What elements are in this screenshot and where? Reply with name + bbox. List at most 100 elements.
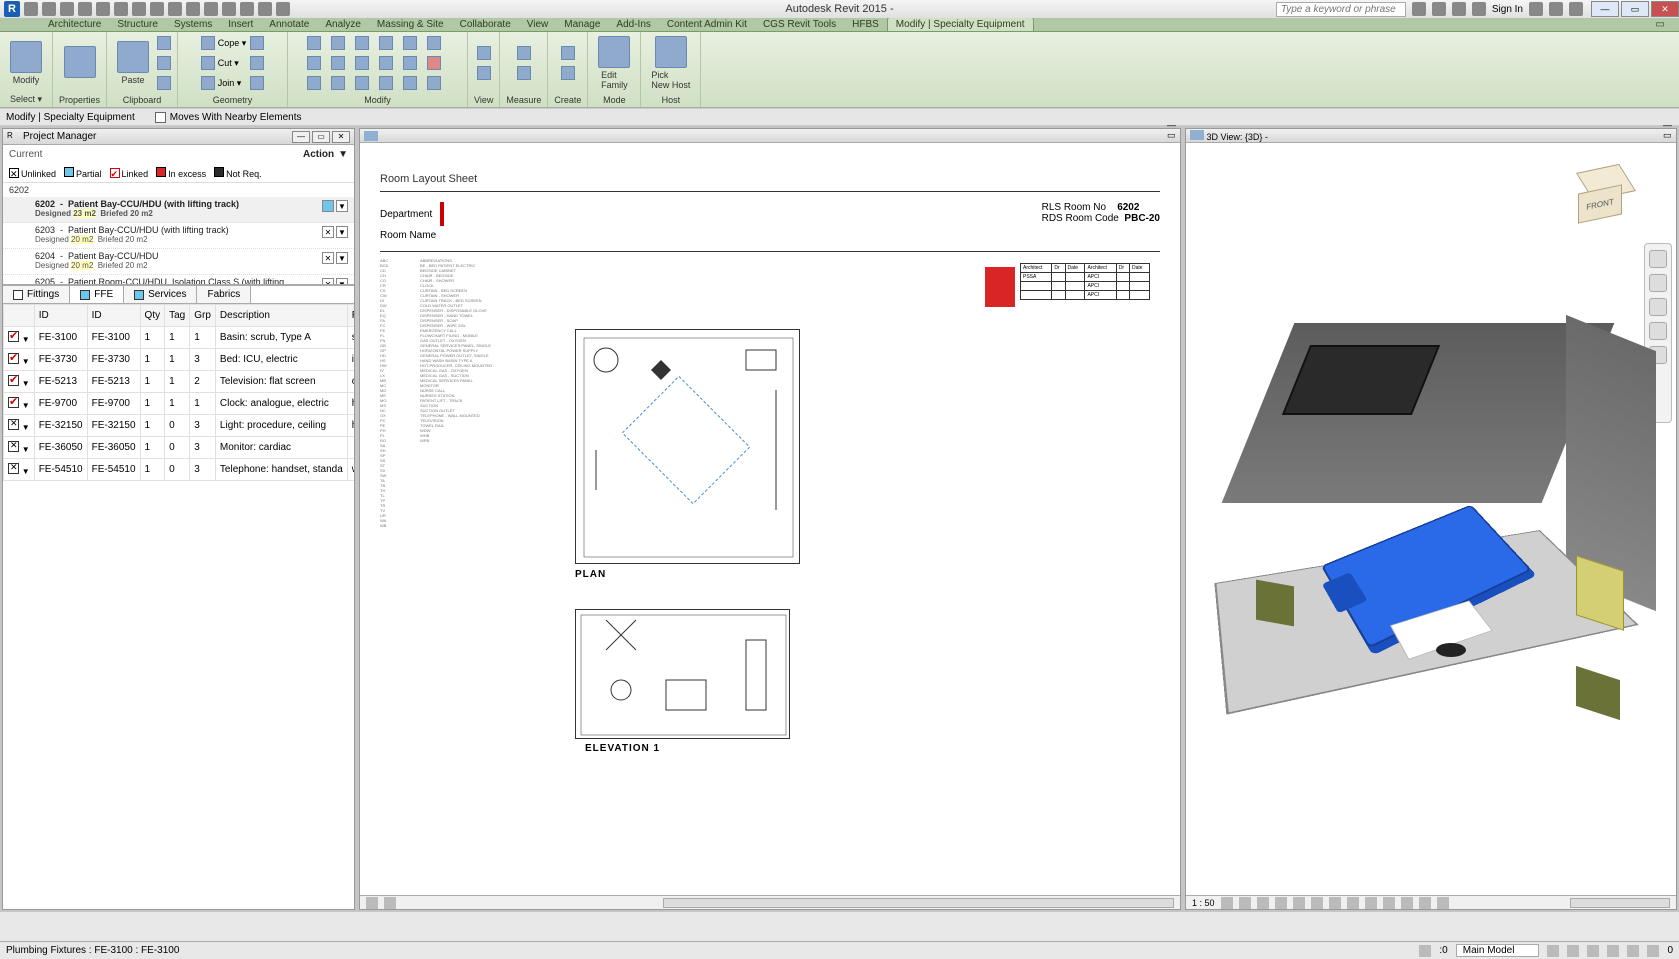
row-check-icon[interactable] [8,375,19,386]
row-check-icon[interactable] [8,463,19,474]
measure-icon[interactable] [132,2,146,16]
tab-ffe[interactable]: FFE [70,286,124,303]
reveal-icon[interactable] [1383,897,1395,909]
select-face-icon[interactable] [1607,945,1619,957]
table-row[interactable]: ▼ FE-9700 FE-9700 1 1 1 Clock: analogue,… [4,393,355,415]
close-hidden-icon[interactable] [240,2,254,16]
group-icon[interactable] [403,76,417,90]
room-row[interactable]: 6205 - Patient Room-CCU/HDU, Isolation C… [3,275,354,285]
ribbon-restore-icon[interactable]: ▭ [1648,18,1673,31]
3d-canvas[interactable]: FRONT [1186,143,1676,895]
workset-icon[interactable] [1419,945,1431,957]
revit-logo-icon[interactable]: R [4,1,20,17]
select-links-icon[interactable] [1547,945,1559,957]
undo-icon[interactable] [60,2,74,16]
vc-icon[interactable] [366,897,378,909]
delete-icon[interactable] [427,56,441,70]
customize-qat-icon[interactable] [276,2,290,16]
copy-button[interactable] [157,54,171,72]
trim-ext-icon[interactable] [331,76,345,90]
trim-icon[interactable] [307,56,321,70]
split-icon[interactable] [331,56,345,70]
view-cube[interactable]: FRONT [1572,163,1642,233]
create-a-button[interactable] [561,44,575,62]
cut-geom-button[interactable]: Cut ▾ [201,54,247,72]
main-model-dropdown[interactable]: Main Model [1456,944,1540,957]
geom-a-button[interactable] [250,34,264,52]
select-underlay-icon[interactable] [1567,945,1579,957]
default3d-icon[interactable] [186,2,200,16]
tab-content-admin[interactable]: Content Admin Kit [659,18,755,31]
3d-minimize-icon[interactable]: — [1663,120,1672,130]
switch-windows-icon[interactable] [258,2,272,16]
row-check-icon[interactable] [8,397,19,408]
tab-structure[interactable]: Structure [109,18,166,31]
filter-icon[interactable] [1647,945,1659,957]
pm-close-icon[interactable]: ✕ [332,131,350,143]
tab-cgs[interactable]: CGS Revit Tools [755,18,844,31]
row-check-icon[interactable] [8,441,19,452]
table-row[interactable]: ▼ FE-36050 FE-36050 1 0 3 Monitor: cardi… [4,437,355,459]
redo-icon[interactable] [78,2,92,16]
sync-icon[interactable] [96,2,110,16]
vc-icon[interactable] [384,897,396,909]
window-restore-icon[interactable]: ▭ [1621,1,1649,17]
signin-dropdown-icon[interactable] [1529,2,1543,16]
3d-restore-icon[interactable]: ▭ [1663,130,1672,141]
dim-icon[interactable] [168,2,182,16]
print-icon[interactable] [114,2,128,16]
rotate-icon[interactable] [427,36,441,50]
crop-icon[interactable] [1311,897,1323,909]
temp-hide-icon[interactable] [1365,897,1377,909]
measure-b-button[interactable] [517,64,531,82]
pm-minimize-icon[interactable]: — [292,131,310,143]
help-x-icon[interactable] [1549,2,1563,16]
mirror-axis-icon[interactable] [355,36,369,50]
table-row[interactable]: ▼ FE-3100 FE-3100 1 1 1 Basin: scrub, Ty… [4,327,355,349]
row-dropdown-icon[interactable]: ▼ [22,423,30,432]
table-row[interactable]: ▼ FE-3730 FE-3730 1 1 3 Bed: ICU, electr… [4,349,355,371]
analytical-icon[interactable] [1419,897,1431,909]
moves-with-nearby-checkbox[interactable]: Moves With Nearby Elements [155,112,302,123]
sheet-canvas[interactable]: Room Layout Sheet Department Room Name R… [360,143,1180,895]
scale-icon[interactable] [379,56,393,70]
steering-wheel-icon[interactable] [1649,250,1667,268]
tab-services[interactable]: Services [124,286,197,303]
join-button[interactable]: Join ▾ [201,74,247,92]
tab-fabrics[interactable]: Fabrics [197,286,251,303]
row-dropdown-icon[interactable]: ▼ [22,379,30,388]
pm-restore-icon[interactable]: ▭ [312,131,330,143]
room-dropdown-icon[interactable]: ▼ [336,226,348,238]
col-grp[interactable]: Grp [190,305,216,327]
split-gap-icon[interactable] [355,76,369,90]
tab-systems[interactable]: Systems [166,18,220,31]
copy-mod-icon[interactable] [403,36,417,50]
window-minimize-icon[interactable]: — [1591,1,1619,17]
pm-rooms[interactable]: 6202 - Patient Bay-CCU/HDU (with lifting… [3,197,354,285]
room-status-icon[interactable]: ✕ [322,226,334,238]
tab-hfbs[interactable]: HFBS [844,18,887,31]
modify-button[interactable]: Modify [6,39,46,87]
room-dropdown-icon[interactable]: ▼ [336,200,348,212]
col-id2[interactable]: ID [87,305,140,327]
room-row[interactable]: 6202 - Patient Bay-CCU/HDU (with lifting… [3,197,354,223]
tab-modify[interactable]: Modify | Specialty Equipment [887,17,1034,31]
room-status-icon[interactable]: ✕ [322,252,334,264]
pm-table[interactable]: ID ID Qty Tag Grp Description R ▼ FE-310… [3,304,354,909]
tab-view[interactable]: View [519,18,557,31]
exchange-icon[interactable] [1432,2,1446,16]
tab-architecture[interactable]: Architecture [40,18,109,31]
offset-icon[interactable] [331,36,345,50]
row-dropdown-icon[interactable]: ▼ [22,401,30,410]
row-check-icon[interactable] [8,331,19,342]
lock-3d-icon[interactable] [1347,897,1359,909]
geom-c-button[interactable] [250,74,264,92]
move-icon[interactable] [379,36,393,50]
detail-level-icon[interactable] [1221,897,1233,909]
row-dropdown-icon[interactable]: ▼ [22,357,30,366]
measure-a-button[interactable] [517,44,531,62]
room-dropdown-icon[interactable]: ▼ [336,252,348,264]
demolish-icon[interactable] [427,76,441,90]
tab-fittings[interactable]: Fittings [3,286,70,303]
thin-lines-icon[interactable] [222,2,236,16]
